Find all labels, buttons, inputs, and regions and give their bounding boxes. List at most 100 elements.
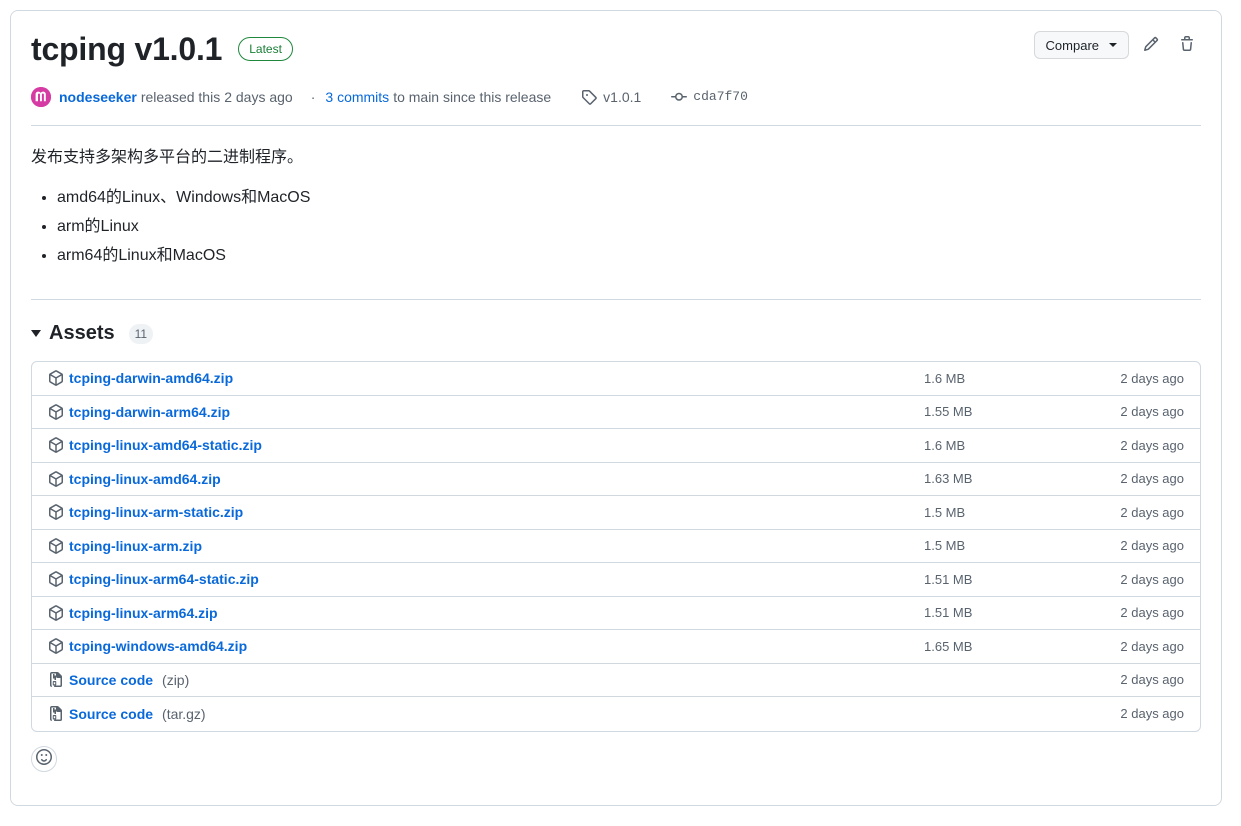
asset-format-label: (tar.gz) <box>162 705 206 722</box>
asset-name-cell: tcping-linux-amd64.zip <box>48 471 924 487</box>
asset-size: 1.51 MB <box>924 605 973 621</box>
meta-separator: · <box>310 89 316 105</box>
asset-download-link[interactable]: tcping-linux-amd64-static.zip <box>69 437 262 453</box>
release-meta: nodeseeker released this 2 days ago · 3 … <box>31 87 1201 107</box>
package-icon <box>48 403 64 420</box>
compare-button[interactable]: Compare <box>1033 31 1129 59</box>
list-item: arm64的Linux和MacOS <box>57 244 1201 268</box>
asset-name-cell: tcping-linux-arm64-static.zip <box>48 571 924 587</box>
asset-download-link[interactable]: tcping-linux-arm.zip <box>69 538 202 554</box>
status-badge: Latest <box>238 37 293 61</box>
page-title: tcping v1.0.1 <box>31 31 223 67</box>
package-icon <box>48 571 64 588</box>
table-row[interactable]: tcping-linux-amd64.zip 1.63 MB 2 days ag… <box>32 463 1200 496</box>
assets-section: Assets 11 tcping-darwin-amd64.zip 1.6 MB… <box>11 322 1221 732</box>
table-row[interactable]: tcping-linux-arm64-static.zip 1.51 MB 2 … <box>32 563 1200 597</box>
table-row[interactable]: tcping-linux-arm.zip 1.5 MB 2 days ago <box>32 530 1200 563</box>
smiley-icon <box>36 749 52 768</box>
asset-date: 2 days ago <box>1120 706 1184 722</box>
file-zip-icon <box>48 705 64 722</box>
package-icon <box>48 504 64 521</box>
table-row[interactable]: tcping-linux-arm64.zip 1.51 MB 2 days ag… <box>32 597 1200 630</box>
released-timestamp: 2 days ago <box>224 89 293 105</box>
asset-name-cell: tcping-linux-arm-static.zip <box>48 504 924 520</box>
asset-size: 1.63 MB <box>924 471 973 487</box>
package-icon <box>48 370 64 387</box>
asset-download-link[interactable]: tcping-linux-arm64-static.zip <box>69 571 259 587</box>
release-body-paragraph: 发布支持多架构多平台的二进制程序。 <box>31 149 304 166</box>
release-card: Compare tcping v1.0.1 Latest nodeseeker … <box>10 10 1222 806</box>
asset-download-link[interactable]: tcping-windows-amd64.zip <box>69 638 247 654</box>
asset-download-link[interactable]: tcping-darwin-arm64.zip <box>69 404 230 420</box>
package-icon <box>48 437 64 454</box>
git-commit-icon <box>671 89 688 105</box>
asset-download-link[interactable]: Source code <box>69 706 153 722</box>
list-item: amd64的Linux、Windows和MacOS <box>57 186 1201 210</box>
table-row[interactable]: Source code (zip) 2 days ago <box>32 664 1200 697</box>
release-author-link[interactable]: nodeseeker <box>59 87 137 107</box>
tag-info[interactable]: v1.0.1 <box>581 87 641 107</box>
commit-hash: cda7f70 <box>693 89 748 104</box>
asset-size: 1.65 MB <box>924 638 973 654</box>
asset-format-label: (zip) <box>162 671 190 688</box>
asset-download-link[interactable]: tcping-linux-amd64.zip <box>69 471 221 487</box>
release-header: Compare tcping v1.0.1 Latest nodeseeker … <box>11 11 1221 107</box>
file-zip-icon <box>48 671 64 688</box>
asset-date: 2 days ago <box>1120 370 1184 386</box>
add-reaction-button[interactable] <box>31 745 57 772</box>
commit-info[interactable]: cda7f70 <box>671 87 748 107</box>
chevron-down-icon <box>1109 43 1117 47</box>
trash-icon <box>1179 35 1195 55</box>
table-row[interactable]: tcping-linux-amd64-static.zip 1.6 MB 2 d… <box>32 429 1200 463</box>
asset-size: 1.6 MB <box>924 370 966 386</box>
commits-since-release-link[interactable]: 3 commits <box>325 87 389 107</box>
asset-name-cell: tcping-darwin-amd64.zip <box>48 370 924 386</box>
pencil-icon <box>1143 36 1159 55</box>
package-icon <box>48 638 64 655</box>
asset-name-cell: tcping-windows-amd64.zip <box>48 638 924 654</box>
asset-size: 1.6 MB <box>924 437 966 453</box>
edit-release-button[interactable] <box>1137 31 1165 59</box>
release-body-list: amd64的Linux、Windows和MacOS arm的Linux arm6… <box>31 186 1201 268</box>
avatar[interactable] <box>31 87 51 107</box>
asset-size: 1.51 MB <box>924 571 973 587</box>
assets-header: Assets 11 <box>31 322 1201 345</box>
asset-size: 1.5 MB <box>924 504 966 520</box>
reactions-bar <box>11 732 1221 772</box>
assets-table: tcping-darwin-amd64.zip 1.6 MB 2 days ag… <box>31 361 1201 732</box>
release-page: Compare tcping v1.0.1 Latest nodeseeker … <box>0 0 1241 826</box>
asset-name-cell: Source code (zip) <box>48 671 924 688</box>
tag-name: v1.0.1 <box>603 89 642 105</box>
table-row[interactable]: tcping-darwin-amd64.zip 1.6 MB 2 days ag… <box>32 362 1200 396</box>
table-row[interactable]: tcping-linux-arm-static.zip 1.5 MB 2 day… <box>32 496 1200 530</box>
asset-date: 2 days ago <box>1120 638 1184 654</box>
assets-toggle[interactable]: Assets <box>31 322 115 345</box>
list-item: arm的Linux <box>57 215 1201 239</box>
asset-download-link[interactable]: Source code <box>69 672 153 688</box>
asset-size: 1.5 MB <box>924 538 966 554</box>
asset-date: 2 days ago <box>1120 672 1184 688</box>
triangle-down-icon <box>31 330 41 337</box>
release-body: 发布支持多架构多平台的二进制程序。 amd64的Linux、Windows和Ma… <box>11 126 1221 281</box>
asset-name-cell: tcping-linux-arm.zip <box>48 538 924 554</box>
asset-download-link[interactable]: tcping-linux-arm-static.zip <box>69 504 243 520</box>
asset-date: 2 days ago <box>1120 571 1184 587</box>
assets-heading: Assets <box>49 322 115 344</box>
asset-name-cell: tcping-linux-arm64.zip <box>48 605 924 621</box>
released-this-label: released this <box>140 89 221 105</box>
asset-date: 2 days ago <box>1120 538 1184 554</box>
asset-download-link[interactable]: tcping-darwin-amd64.zip <box>69 370 233 386</box>
asset-date: 2 days ago <box>1120 404 1184 420</box>
asset-size: 1.55 MB <box>924 404 973 420</box>
table-row[interactable]: Source code (tar.gz) 2 days ago <box>32 697 1200 731</box>
asset-name-cell: tcping-linux-amd64-static.zip <box>48 437 924 453</box>
asset-name-cell: Source code (tar.gz) <box>48 705 924 722</box>
header-actions: Compare <box>1033 31 1201 59</box>
asset-name-cell: tcping-darwin-arm64.zip <box>48 404 924 420</box>
asset-date: 2 days ago <box>1120 504 1184 520</box>
package-icon <box>48 470 64 487</box>
table-row[interactable]: tcping-darwin-arm64.zip 1.55 MB 2 days a… <box>32 396 1200 429</box>
table-row[interactable]: tcping-windows-amd64.zip 1.65 MB 2 days … <box>32 630 1200 664</box>
asset-download-link[interactable]: tcping-linux-arm64.zip <box>69 605 218 621</box>
delete-release-button[interactable] <box>1173 31 1201 59</box>
